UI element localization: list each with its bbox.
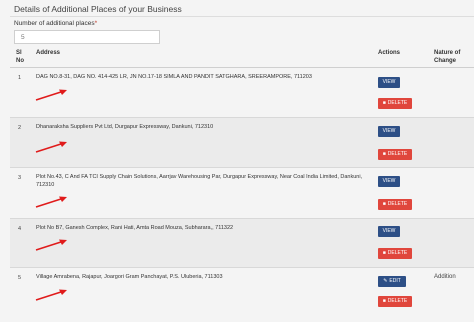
- header-actions: Actions: [378, 50, 401, 56]
- trash-icon: ■: [382, 100, 386, 106]
- field-label: Number of additional places*: [14, 20, 97, 27]
- view-button[interactable]: VIEW: [378, 226, 400, 237]
- view-button-label: VIEW: [382, 178, 396, 184]
- delete-button[interactable]: ■ DELETE: [378, 149, 412, 160]
- view-button-label: VIEW: [382, 128, 396, 134]
- delete-button[interactable]: ■ DELETE: [378, 296, 412, 307]
- number-of-places-input[interactable]: [14, 30, 160, 44]
- row-nature-of-change: Addition: [434, 274, 456, 280]
- delete-button[interactable]: ■ DELETE: [378, 248, 412, 259]
- table-row: 2 Dhanaraksha Suppliers Pvt Ltd, Durgapu…: [10, 118, 474, 168]
- edit-button[interactable]: ✎ EDIT: [378, 276, 406, 287]
- table-header: Sl No Address Actions Nature of Change: [10, 45, 474, 67]
- table-row: 5 Village Amrabena, Rajapur, Joargori Gr…: [10, 268, 474, 322]
- view-button-label: VIEW: [382, 79, 396, 85]
- required-marker: *: [94, 20, 98, 27]
- header-sl-no-line2: No: [16, 58, 24, 64]
- header-sl-no-line1: Sl: [16, 50, 22, 56]
- row-address: DAG NO.8-31, DAG NO. 414-425 LR, JN NO.1…: [36, 74, 312, 80]
- trash-icon: ■: [382, 298, 386, 304]
- trash-icon: ■: [382, 201, 386, 207]
- row-sl-no: 1: [18, 75, 22, 81]
- view-button[interactable]: VIEW: [378, 176, 400, 187]
- header-nature-line1: Nature of: [434, 50, 461, 56]
- red-arrow-annotation-icon: [35, 141, 67, 153]
- row-sl-no: 3: [18, 175, 22, 181]
- row-address: Plot No B7, Ganesh Complex, Rani Hati, A…: [36, 225, 234, 231]
- delete-button-label: DELETE: [387, 298, 408, 304]
- red-arrow-annotation-icon: [35, 89, 67, 101]
- row-sl-no: 2: [18, 125, 22, 131]
- delete-button-label: DELETE: [387, 201, 408, 207]
- header-nature-line2: Change: [434, 58, 457, 64]
- trash-icon: ■: [382, 151, 386, 157]
- pencil-icon: ✎: [383, 278, 388, 284]
- table-row: 4 Plot No B7, Ganesh Complex, Rani Hati,…: [10, 219, 474, 268]
- header-sl-no: Sl No: [16, 49, 24, 65]
- row-sl-no: 5: [18, 275, 22, 281]
- row-address: Dhanaraksha Suppliers Pvt Ltd, Durgapur …: [36, 124, 214, 130]
- red-arrow-annotation-icon: [35, 289, 67, 301]
- edit-button-label: EDIT: [389, 278, 401, 284]
- delete-button[interactable]: ■ DELETE: [378, 98, 412, 109]
- section-title: Details of Additional Places of your Bus…: [14, 4, 182, 14]
- row-sl-no: 4: [18, 226, 22, 232]
- section-divider: [10, 16, 474, 17]
- view-button-label: VIEW: [382, 228, 396, 234]
- table-row: 1 DAG NO.8-31, DAG NO. 414-425 LR, JN NO…: [10, 68, 474, 118]
- header-address: Address: [36, 50, 61, 56]
- delete-button-label: DELETE: [387, 100, 408, 106]
- row-address: Plot No.43, C And FA TCI Supply Chain So…: [36, 174, 363, 188]
- view-button[interactable]: VIEW: [378, 77, 400, 88]
- view-button[interactable]: VIEW: [378, 126, 400, 137]
- red-arrow-annotation-icon: [35, 196, 67, 208]
- field-label-text: Number of additional places: [14, 20, 95, 27]
- delete-button-label: DELETE: [387, 250, 408, 256]
- header-nature-of-change: Nature of Change: [434, 49, 460, 65]
- row-address: Village Amrabena, Rajapur, Joargori Gram…: [36, 274, 223, 280]
- delete-button-label: DELETE: [387, 151, 408, 157]
- red-arrow-annotation-icon: [35, 239, 67, 251]
- trash-icon: ■: [382, 250, 386, 256]
- delete-button[interactable]: ■ DELETE: [378, 199, 412, 210]
- table-row: 3 Plot No.43, C And FA TCI Supply Chain …: [10, 168, 474, 219]
